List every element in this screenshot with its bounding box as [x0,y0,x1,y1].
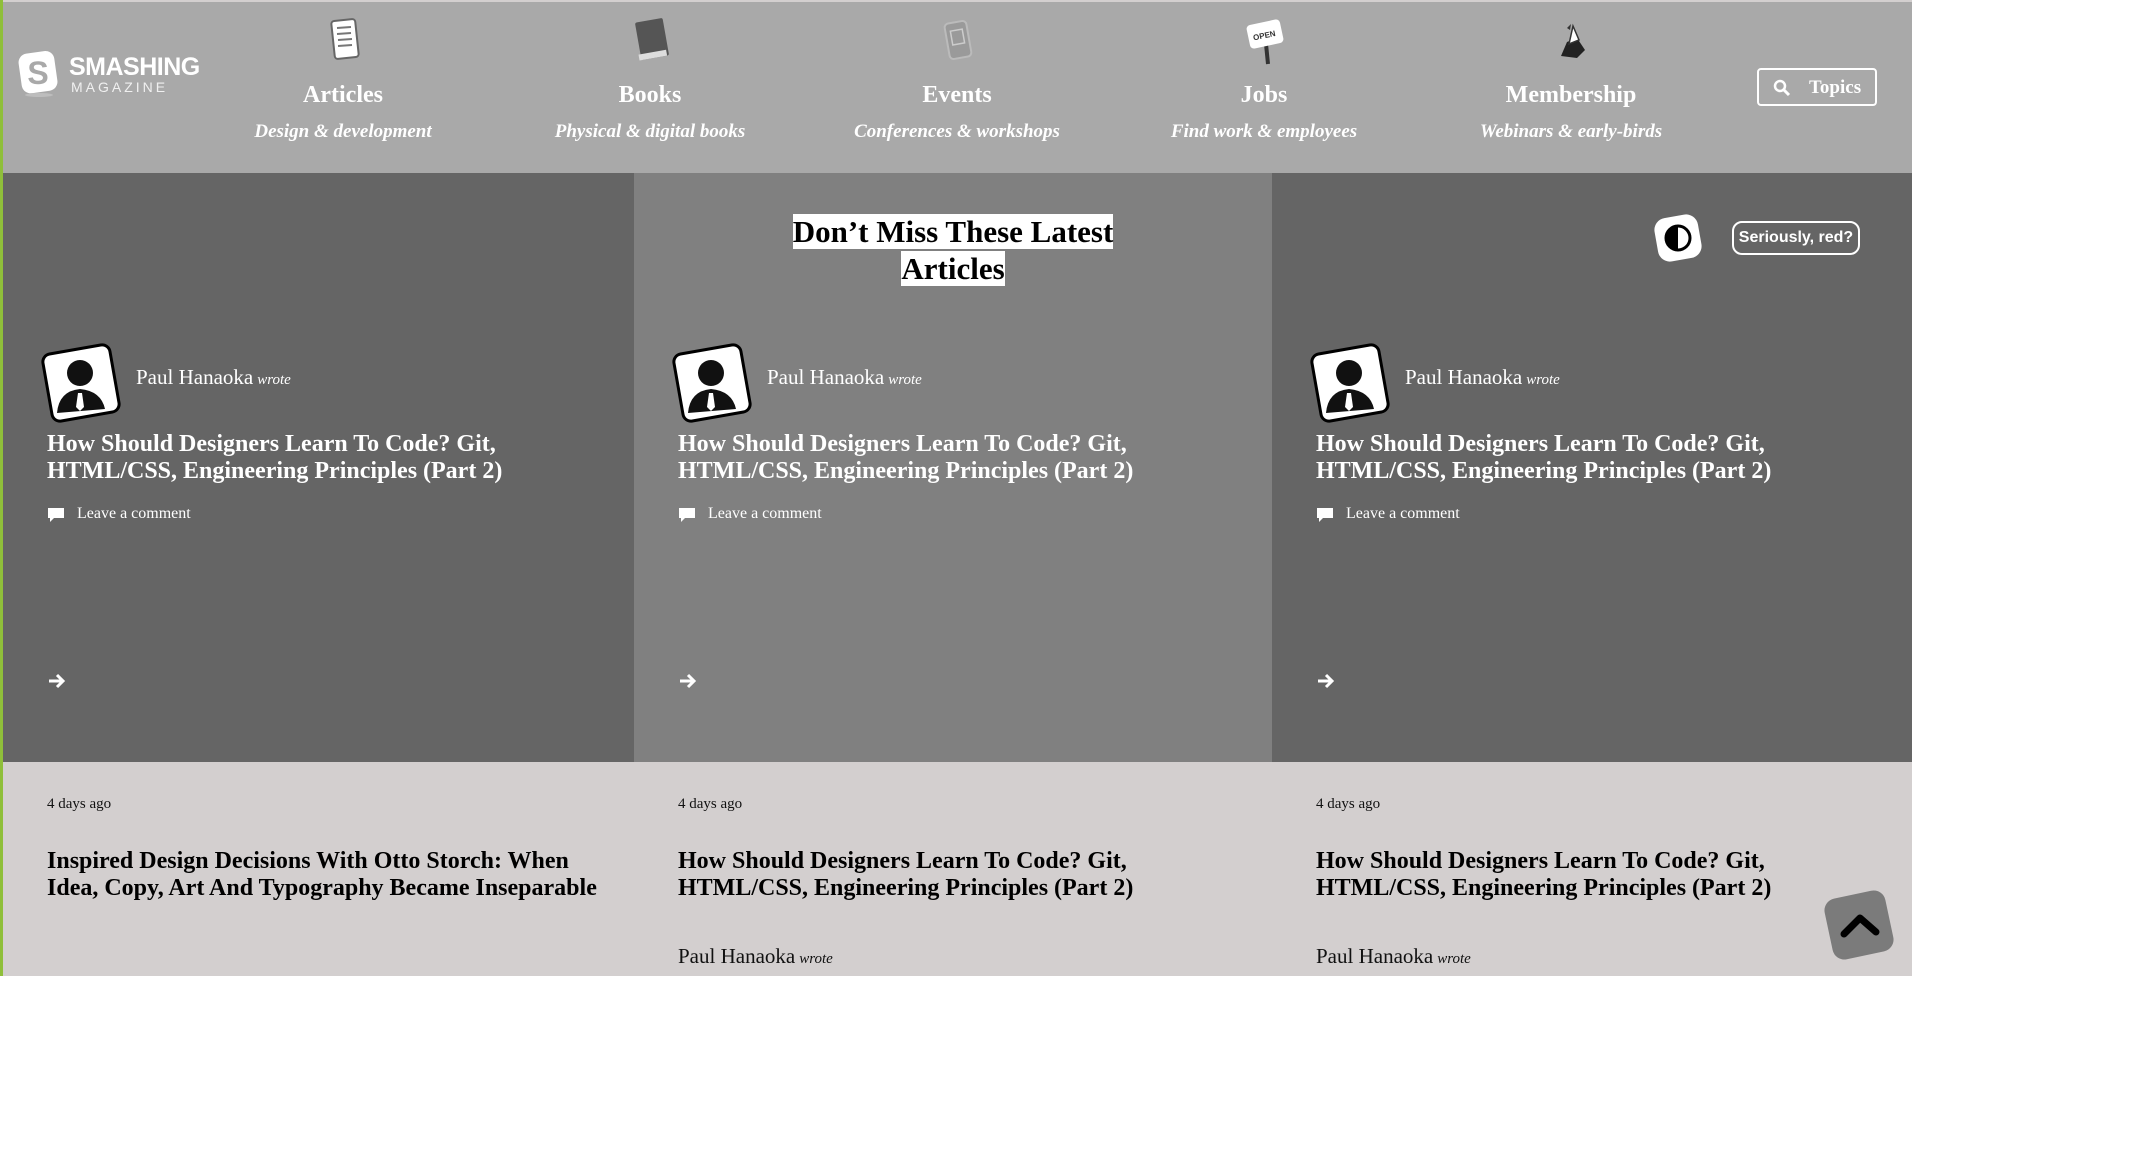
site-header: S SMASHING MAGAZINE Articles Design & de… [3,2,1912,173]
author-name[interactable]: Paul Hanaoka [1316,944,1433,968]
open-sign-icon: OPEN [1246,19,1284,65]
nav-sub-membership: Webinars & early-birds [1479,121,1663,142]
document-icon [330,18,360,60]
nav-item-books[interactable]: Books Physical & digital books [510,16,790,156]
author-line: Paul Hanaoka wrote [678,944,833,969]
nav-item-events[interactable]: Events Conferences & workshops [817,16,1097,156]
arrow-right-icon[interactable] [47,673,67,689]
wrote-label: wrote [257,372,291,388]
section-title: Don’t Miss These Latest Articles [784,213,1122,287]
article-title[interactable]: How Should Designers Learn To Code? Git,… [47,431,607,485]
page-viewport: S SMASHING MAGAZINE Articles Design & de… [0,0,1912,976]
svg-text:S: S [27,55,48,91]
author-name[interactable]: Paul Hanaoka [1405,365,1522,389]
featured-card-1: Paul Hanaoka wrote How Should Designers L… [3,173,634,762]
wrote-label: wrote [1526,372,1560,388]
comment-icon [48,508,64,522]
author-line: Paul Hanaoka wrote [767,365,922,390]
nav-label-jobs: Jobs [1240,82,1288,108]
author-name[interactable]: Paul Hanaoka [678,944,795,968]
contrast-icon[interactable] [1653,213,1703,263]
comment-label: Leave a comment [77,505,191,522]
nav-label-membership: Membership [1505,82,1637,108]
latest-article-1: 4 days ago Inspired Design Decisions Wit… [3,762,634,976]
author-line: Paul Hanaoka wrote [1405,365,1560,390]
wrote-label: wrote [1437,951,1471,967]
author-line: Paul Hanaoka wrote [1316,944,1471,969]
nav-label-events: Events [922,82,992,108]
author-avatar[interactable] [1310,343,1390,423]
author-avatar[interactable] [672,343,752,423]
article-date: 4 days ago [47,796,112,812]
logo-line-2: MAGAZINE [71,79,169,95]
topics-label: Topics [1809,77,1862,98]
article-date: 4 days ago [1316,796,1381,812]
author-line: Paul Hanaoka wrote [136,365,291,390]
search-icon [1773,79,1791,97]
nav-label-books: Books [618,82,682,108]
site-logo[interactable]: S SMASHING MAGAZINE [17,50,207,110]
latest-article-2: 4 days ago How Should Designers Learn To… [634,762,1272,976]
author-avatar[interactable] [41,343,121,423]
nav-sub-books: Physical & digital books [554,121,746,142]
section-title-line-1: Don’t Miss These Latest [792,214,1114,249]
latest-article-3: 4 days ago How Should Designers Learn To… [1272,762,1912,976]
featured-card-2: Don’t Miss These Latest Articles Paul Han… [634,173,1272,762]
author-name[interactable]: Paul Hanaoka [136,365,253,389]
article-title[interactable]: How Should Designers Learn To Code? Git,… [678,848,1248,902]
wrote-label: wrote [799,951,833,967]
book-icon [635,18,669,61]
logo-line-1: SMASHING [69,53,200,81]
seriously-red-button[interactable]: Seriously, red? [1732,221,1860,255]
nav-item-articles[interactable]: Articles Design & development [203,16,483,156]
nav-item-membership[interactable]: Membership Webinars & early-birds [1431,16,1711,156]
article-title[interactable]: How Should Designers Learn To Code? Git,… [1316,431,1876,485]
arrow-right-icon[interactable] [1316,673,1336,689]
comment-icon [679,508,695,522]
article-title[interactable]: Inspired Design Decisions With Otto Stor… [47,848,617,902]
scroll-to-top-button[interactable] [1822,888,1896,962]
nav-sub-articles: Design & development [254,121,432,142]
comment-label: Leave a comment [1346,505,1460,522]
ticket-icon [943,19,973,61]
nav-item-jobs[interactable]: OPEN Jobs Find work & employees [1124,16,1404,156]
topics-button[interactable]: Topics [1757,68,1877,106]
arrow-right-icon[interactable] [678,673,698,689]
smashing-logo-icon: S [18,50,58,97]
article-title[interactable]: How Should Designers Learn To Code? Git,… [678,431,1238,485]
nav-sub-jobs: Find work & employees [1170,121,1358,142]
featured-card-3: Seriously, red? Paul Hanaoka wrote How Sh… [1272,173,1912,762]
wrote-label: wrote [888,372,922,388]
nav-label-articles: Articles [303,82,383,108]
page-edge-accent [0,0,3,976]
section-title-line-2: Articles [901,251,1005,286]
nav-sub-events: Conferences & workshops [854,121,1060,142]
cat-icon [1561,23,1585,58]
comment-label: Leave a comment [708,505,822,522]
article-date: 4 days ago [678,796,743,812]
comment-icon [1317,508,1333,522]
author-name[interactable]: Paul Hanaoka [767,365,884,389]
article-title[interactable]: How Should Designers Learn To Code? Git,… [1316,848,1886,902]
